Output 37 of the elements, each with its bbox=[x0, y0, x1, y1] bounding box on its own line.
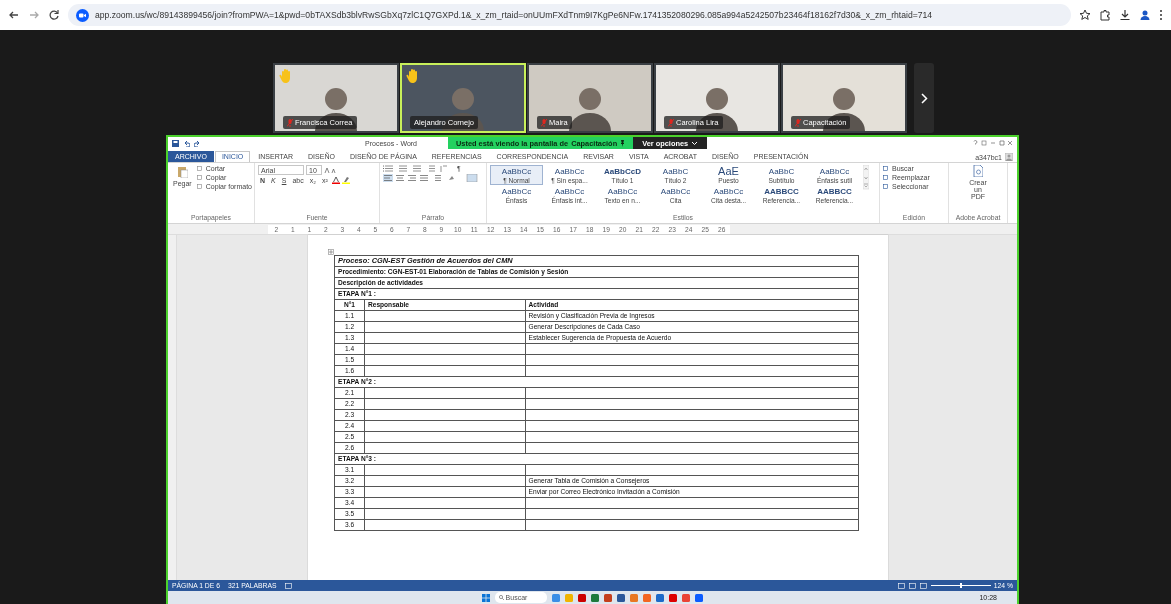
paste-icon[interactable] bbox=[176, 165, 188, 178]
search-icon bbox=[498, 595, 504, 600]
camera-icon bbox=[76, 8, 89, 22]
pdf-icon[interactable] bbox=[973, 165, 983, 177]
pin-icon bbox=[620, 139, 626, 147]
star-icon[interactable] bbox=[1079, 9, 1091, 21]
muted-microphone-icon bbox=[795, 118, 801, 127]
chevron-right-icon bbox=[920, 92, 928, 104]
muted-microphone-icon bbox=[668, 118, 674, 127]
proofing-icon[interactable] bbox=[284, 582, 292, 589]
url-text: app.zoom.us/wc/89143899456/join?fromPWA=1&pwd=0bTAXSdb3blvRwSGbXq7zlC1Q7GXPd.1&_x_zm_rtaid=onUUmFXdTnm9I7KgPe6NFw.1741352080296.085a994a5242507b23464f18162f7d30&_x_zm_rhtaid=714 bbox=[95, 10, 932, 20]
muted-microphone-icon bbox=[287, 118, 293, 127]
grow-font-icon[interactable] bbox=[324, 167, 338, 173]
puzzle-icon[interactable] bbox=[1099, 9, 1111, 21]
windows-icon[interactable] bbox=[481, 593, 490, 602]
raised-hand-icon bbox=[406, 68, 420, 84]
profile-icon[interactable] bbox=[1139, 9, 1151, 21]
forward-icon[interactable] bbox=[28, 9, 40, 21]
save-icon[interactable] bbox=[172, 139, 179, 147]
avatar-icon[interactable] bbox=[1005, 153, 1013, 161]
highlight-icon[interactable] bbox=[341, 177, 350, 184]
window-controls-icon[interactable] bbox=[973, 140, 1013, 146]
muted-microphone-icon bbox=[541, 118, 547, 127]
undo-icon[interactable] bbox=[183, 139, 190, 147]
table-move-handle-icon[interactable] bbox=[328, 249, 334, 255]
zoom-thumb[interactable] bbox=[959, 583, 962, 588]
caret-icon bbox=[691, 140, 699, 146]
font-color-icon[interactable] bbox=[331, 177, 340, 184]
next-page-button[interactable] bbox=[914, 63, 934, 133]
address-bar[interactable]: app.zoom.us/wc/89143899456/join?fromPWA=1&pwd=0bTAXSdb3blvRwSGbXq7zlC1Q7GXPd.1&_x_zm_rtaid=onUUmFXdTnm9I7KgPe6NFw.1741352080296.085a994a5242507b23464f18162f7d30&_x_zm_rhtaid=714 bbox=[68, 4, 1071, 26]
back-icon[interactable] bbox=[8, 9, 20, 21]
raised-hand-icon bbox=[279, 68, 293, 84]
view-mode-icons[interactable] bbox=[897, 582, 928, 589]
download-icon[interactable] bbox=[1119, 9, 1131, 21]
reload-icon[interactable] bbox=[48, 9, 60, 21]
more-icon[interactable] bbox=[1159, 9, 1163, 21]
redo-icon[interactable] bbox=[194, 139, 201, 147]
